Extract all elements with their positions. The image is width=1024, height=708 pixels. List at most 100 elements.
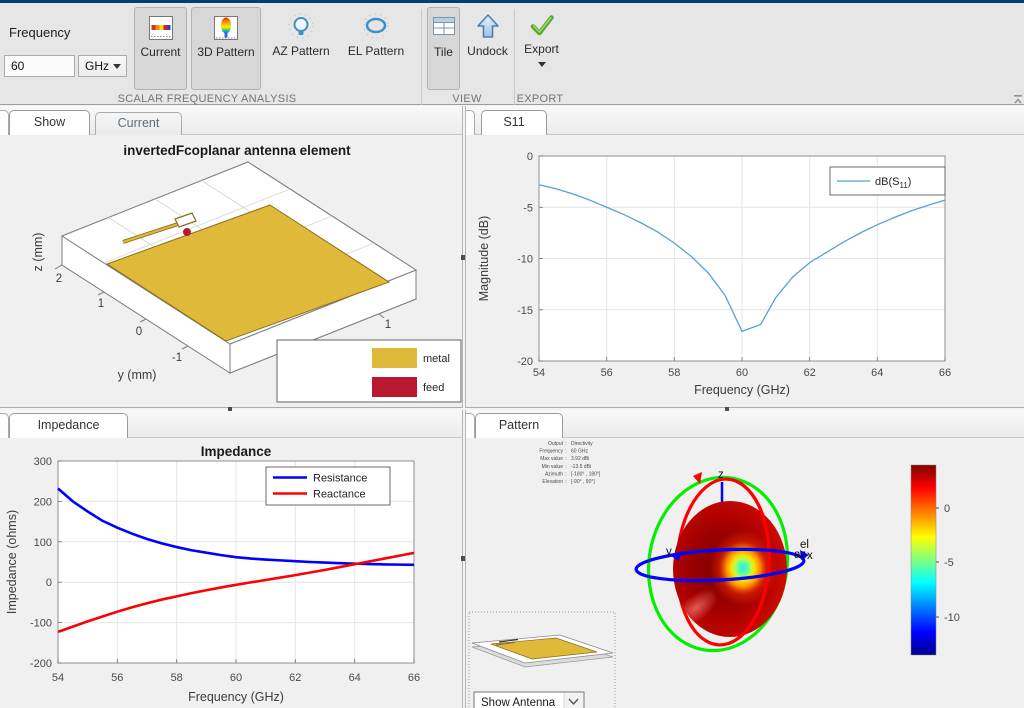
svg-text:Min value: Min value [542,464,564,470]
svg-text:300: 300 [34,456,52,468]
undock-button[interactable]: Undock [464,7,511,90]
y-axis-label: y (mm) [118,368,157,382]
current-button[interactable]: Current [134,7,187,90]
show-antenna-dropdown[interactable]: Show Antenna [473,691,585,708]
tab-pattern[interactable]: Pattern [475,413,563,438]
svg-text:-10: -10 [517,254,533,266]
svg-text::: : [565,464,566,470]
z-tick-label: 2 [56,273,62,285]
az-pattern-icon [288,13,314,39]
x-tick-label: 1 [385,319,391,331]
s11-xlabel: Frequency (GHz) [694,383,790,397]
svg-text:-10: -10 [944,612,960,624]
svg-text:-5: -5 [944,557,954,569]
splitter-handle[interactable] [725,407,729,411]
impedance-ylabel: Impedance (ohms) [5,510,19,614]
el-pattern-button[interactable]: EL Pattern [342,7,410,90]
svg-text:0: 0 [527,151,533,163]
tab-s11[interactable]: S11 [481,110,547,135]
undock-icon [476,14,499,38]
s11-ytick-labels: 0 -5 -10 -15 -20 [517,151,533,368]
impedance-panel-content: Impedance 300 200 100 0 -100 -200 54 56 … [0,438,462,708]
svg-text:az: az [794,549,806,561]
legend-label-feed: feed [423,382,444,394]
svg-text:60: 60 [736,367,748,379]
svg-text:0: 0 [46,577,52,589]
impedance-xtick-labels: 54 56 58 60 62 64 66 [52,672,420,684]
frequency-input[interactable] [4,55,75,77]
tab-fragment [466,413,475,438]
section-label-view: VIEW [452,93,482,105]
svg-text:-5: -5 [523,202,533,214]
svg-text:[-180° , 180°]: [-180° , 180°] [571,471,601,477]
tile-icon [432,17,455,35]
el-pattern-icon [363,13,389,39]
pattern-3d-button[interactable]: 3D Pattern [191,7,261,90]
tab-current[interactable]: Current [95,112,182,135]
export-button[interactable]: Export [519,7,564,90]
minimize-toolstrip-icon[interactable] [1012,94,1024,106]
svg-text:x: x [807,550,813,562]
s11-panel-tabbar: S11 [466,106,1024,135]
az-pattern-button[interactable]: AZ Pattern [265,7,337,90]
export-icon [530,15,554,36]
legend-swatch-metal [372,348,417,368]
tab-fragment [466,110,475,135]
tile-button[interactable]: Tile [427,7,460,90]
pattern-stats: Output: Directivity Frequency:60 GHz Max … [539,441,601,485]
legend-label-reactance: Reactance [313,489,366,501]
pattern-dip [709,530,777,606]
section-label-export: EXPORT [516,93,564,105]
colorbar-ticks [936,507,939,618]
svg-text::: : [565,441,566,447]
svg-text::: : [565,449,566,455]
svg-text:100: 100 [34,537,52,549]
svg-text:-200: -200 [30,658,52,670]
splitter-handle[interactable] [228,407,232,411]
tab-fragment [0,110,9,135]
antenna-legend: metal feed [276,339,462,403]
splitter-handle[interactable] [461,556,465,561]
svg-text:200: 200 [34,496,52,508]
splitter-handle[interactable] [461,255,465,260]
svg-text:Frequency: Frequency [539,449,563,455]
y-tick-label: 1 [98,298,104,310]
svg-text::: : [565,479,566,485]
el-pattern-button-label: EL Pattern [347,44,405,58]
svg-text:66: 66 [939,367,951,379]
tile-button-label: Tile [434,45,453,59]
y-tick-label: -1 [172,352,182,364]
az-pattern-button-label: AZ Pattern [272,44,330,58]
svg-text:58: 58 [171,672,183,684]
chevron-down-icon [113,64,121,69]
show-panel-tabbar: Show Current [0,106,462,135]
z-axis-label: z (mm) [31,233,45,272]
undock-button-label: Undock [467,44,508,58]
current-button-label: Current [140,45,181,59]
svg-text:-15: -15 [517,305,533,317]
impedance-legend: Resistance Reactance [265,466,391,506]
pattern-3d-view: Output: Directivity Frequency:60 GHz Max … [468,441,960,708]
pattern-panel: Pattern Output: Directivity Frequency:… [465,410,1024,708]
export-button-label: Export [524,42,559,56]
svg-text:60: 60 [230,672,242,684]
tab-show[interactable]: Show [9,110,90,135]
antenna-3d-plot: invertedFcoplanar antenna element 2 1 0 … [31,143,462,403]
svg-text:56: 56 [111,672,123,684]
svg-text::: : [565,471,566,477]
antenna-designer-app: Frequency GHz Current 3D Pattern [0,0,1024,708]
s11-chart: 0 -5 -10 -15 -20 54 56 58 60 62 64 66 Ma… [477,151,951,397]
legend-label-metal: metal [423,353,450,365]
svg-text:62: 62 [804,367,816,379]
svg-text:64: 64 [349,672,361,684]
svg-text:62: 62 [289,672,301,684]
svg-text::: : [565,456,566,462]
show-panel-content: invertedFcoplanar antenna element 2 1 0 … [0,135,462,407]
impedance-xlabel: Frequency (GHz) [188,690,284,704]
tab-impedance[interactable]: Impedance [9,413,128,438]
svg-text:64: 64 [871,367,883,379]
svg-text:-20: -20 [517,356,533,368]
toolbar-separator [421,9,422,105]
pattern-panel-content: Output: Directivity Frequency:60 GHz Max … [466,438,1024,708]
frequency-unit-dropdown[interactable]: GHz [78,55,127,77]
